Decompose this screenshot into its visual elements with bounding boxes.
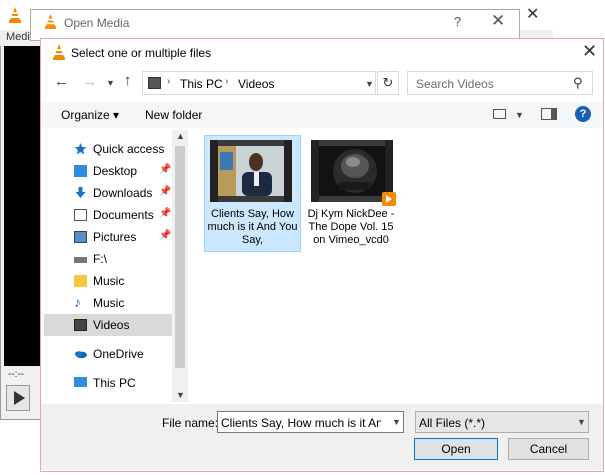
onedrive-icon: [74, 351, 87, 359]
download-folder-icon: [75, 187, 86, 198]
videos-folder-icon: [74, 319, 87, 331]
back-button[interactable]: ←: [54, 73, 69, 90]
video-thumbnail: [210, 140, 292, 202]
change-view-icon[interactable]: [493, 109, 506, 119]
organize-button[interactable]: Organize ▾: [61, 108, 119, 122]
search-icon[interactable]: ⚲: [573, 75, 583, 91]
file-name: Dj Kym NickDee - The Dope Vol. 15 on Vim…: [307, 208, 395, 246]
pin-icon: 📌: [159, 186, 172, 197]
sidebar-item-label: Desktop: [93, 164, 138, 178]
desktop-folder-icon: [74, 165, 87, 177]
sidebar-item-label: F:\: [93, 252, 107, 266]
video-frame-image: [319, 146, 385, 196]
vlc-close-button[interactable]: ✕: [526, 4, 539, 24]
sidebar-item-label: Pictures: [93, 230, 137, 244]
file-name-value[interactable]: Clients Say, How much is it And You: [221, 416, 381, 430]
vlc-cone-icon: [9, 7, 21, 23]
chevron-right-icon[interactable]: ›: [167, 76, 170, 87]
chevron-down-icon[interactable]: ▼: [365, 79, 374, 89]
sidebar-item-label: This PC: [93, 376, 136, 390]
file-dialog-close-button[interactable]: ✕: [582, 41, 597, 62]
vlc-play-button[interactable]: [6, 385, 30, 411]
up-button[interactable]: ↑: [124, 72, 132, 89]
star-icon: [74, 143, 87, 155]
sidebar-item-label: Downloads: [93, 186, 153, 200]
vlc-cone-icon: [44, 14, 57, 29]
help-icon[interactable]: ?: [575, 106, 591, 122]
refresh-button[interactable]: ↻: [377, 71, 399, 95]
chevron-down-icon[interactable]: ▼: [392, 417, 401, 427]
chevron-up-icon[interactable]: ▲: [176, 131, 185, 141]
file-item[interactable]: Clients Say, How much is it And You Say,: [204, 135, 301, 252]
sidebar-item-downloads[interactable]: Downloads 📌: [44, 182, 174, 204]
sidebar-item-label: Music: [93, 296, 125, 310]
music-folder-icon: ♪: [74, 294, 81, 310]
open-button[interactable]: Open: [414, 438, 498, 460]
cancel-button[interactable]: Cancel: [508, 438, 589, 460]
view-options-dropdown[interactable]: ▼: [515, 110, 524, 120]
sidebar-item-quick-access[interactable]: Quick access: [44, 138, 174, 160]
sidebar-item-onedrive[interactable]: OneDrive: [44, 343, 174, 365]
folder-icon: [74, 275, 87, 287]
sidebar-item-desktop[interactable]: Desktop 📌: [44, 160, 174, 182]
sidebar-item-label: OneDrive: [93, 347, 144, 361]
sidebar-item-videos[interactable]: Videos: [44, 314, 174, 336]
sidebar-item-music-folder[interactable]: Music: [44, 270, 174, 292]
sidebar-item-label: Quick access: [93, 142, 165, 156]
file-name: Clients Say, How much is it And You Say,: [207, 208, 298, 246]
video-frame-image: [218, 146, 284, 196]
help-button[interactable]: ?: [454, 14, 461, 29]
vlc-video-area: [4, 46, 44, 366]
file-dialog-title: Select one or multiple files: [71, 46, 212, 60]
sidebar-item-pictures[interactable]: Pictures 📌: [44, 226, 174, 248]
search-placeholder: Search Videos: [416, 77, 494, 91]
sidebar-item-label: Documents: [93, 208, 154, 222]
open-media-close-button[interactable]: ✕: [491, 11, 505, 31]
breadcrumb-this-pc[interactable]: This PC: [180, 77, 223, 91]
sidebar-item-label: Videos: [93, 318, 130, 332]
file-type-value[interactable]: All Files (*.*): [419, 416, 485, 430]
breadcrumb-videos[interactable]: Videos: [238, 77, 274, 91]
pin-icon: 📌: [159, 164, 172, 175]
documents-folder-icon: [74, 209, 87, 221]
sidebar-item-f-drive[interactable]: F:\: [44, 248, 174, 270]
scrollbar-thumb[interactable]: [175, 146, 185, 368]
file-name-label: File name:: [162, 416, 219, 430]
vlc-time-display: --:--: [8, 369, 25, 380]
chevron-down-icon[interactable]: ▼: [577, 417, 586, 427]
computer-icon: [74, 377, 87, 387]
chevron-down-icon[interactable]: ▼: [176, 390, 185, 400]
pictures-folder-icon: [74, 231, 87, 243]
vlc-file-icon: [382, 192, 396, 206]
pin-icon: 📌: [159, 208, 172, 219]
pin-icon: 📌: [159, 230, 172, 241]
chevron-right-icon[interactable]: ›: [225, 76, 228, 87]
open-media-title: Open Media: [64, 16, 130, 30]
sidebar-item-this-pc[interactable]: This PC: [44, 372, 174, 394]
preview-pane-icon[interactable]: [541, 108, 557, 120]
sidebar-item-documents[interactable]: Documents 📌: [44, 204, 174, 226]
vlc-cone-icon: [53, 44, 65, 60]
sidebar-item-label: Music: [93, 274, 125, 288]
sidebar-item-music[interactable]: ♪ Music: [44, 292, 174, 314]
forward-button[interactable]: →: [82, 73, 97, 90]
videos-folder-icon: [148, 77, 161, 89]
file-item[interactable]: Dj Kym NickDee - The Dope Vol. 15 on Vim…: [305, 135, 400, 252]
recent-locations-dropdown[interactable]: ▼: [106, 78, 115, 88]
video-thumbnail: [311, 140, 396, 206]
drive-icon: [74, 257, 87, 263]
play-icon: [14, 391, 25, 405]
new-folder-button[interactable]: New folder: [145, 108, 202, 122]
